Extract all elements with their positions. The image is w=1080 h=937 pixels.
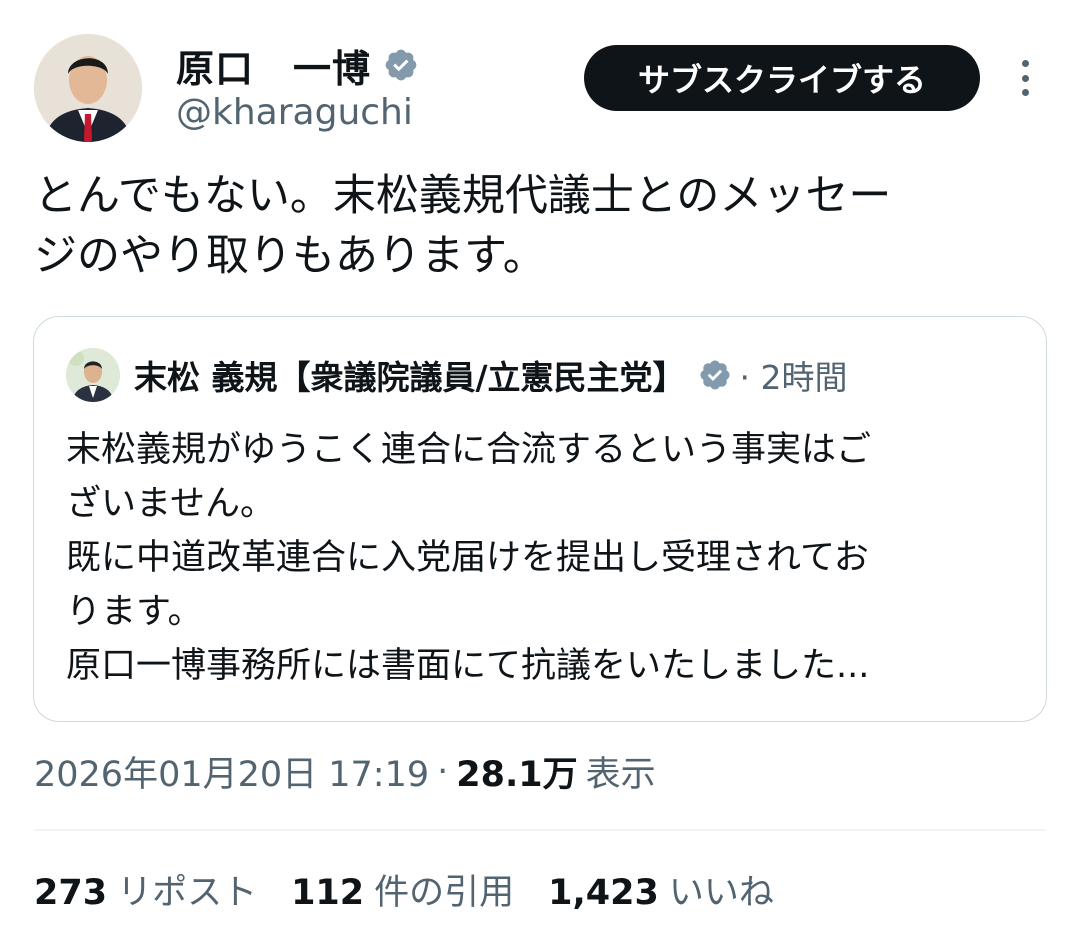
engagement-stats: 273 リポスト 112 件の引用 1,423 いいね — [34, 864, 808, 915]
like-label: いいね — [668, 873, 774, 913]
quote-label: 件の引用 — [374, 873, 515, 913]
timestamp-separator: · — [437, 751, 449, 792]
tweet-text: とんでもない。末松義規代議士とのメッセー ジのやり取りもあります。 — [34, 166, 1044, 286]
tweet-header: 原口 一博 @kharaguchi サブスクライブする — [0, 0, 1080, 160]
quote-stat[interactable]: 112 件の引用 — [291, 864, 514, 915]
verified-badge-icon — [385, 49, 417, 81]
author-avatar[interactable] — [34, 34, 142, 142]
repost-stat[interactable]: 273 リポスト — [34, 864, 257, 915]
like-stat[interactable]: 1,423 いいね — [548, 864, 774, 915]
quoted-text: 末松義規がゆうこく連合に合流するという事実はご ざいません。 既に中道改革連合に… — [66, 423, 871, 693]
repost-label: リポスト — [117, 873, 258, 913]
quoted-tweet-card[interactable]: 末松 義規【衆議院議員/立憲民主党】 · 2時間 末松義規がゆうこく連合に合流す… — [33, 316, 1047, 722]
more-vertical-icon[interactable] — [1008, 56, 1042, 100]
tweet-timestamp: 2026年01月20日 17:19 · 28.1万 表示 — [34, 746, 656, 797]
quoted-text-line: ります。 — [66, 592, 203, 632]
quoted-header: 末松 義規【衆議院議員/立憲民主党】 · 2時間 — [134, 347, 848, 403]
tweet-text-line: ジのやり取りもあります。 — [34, 231, 546, 281]
quoted-author-name: 末松 義規【衆議院議員/立憲民主党】 — [134, 358, 686, 397]
like-count: 1,423 — [548, 873, 659, 913]
tweet-date[interactable]: 2026年01月20日 17:19 — [34, 746, 429, 797]
verified-badge-icon — [700, 360, 730, 390]
divider — [34, 829, 1046, 831]
repost-count: 273 — [34, 873, 108, 913]
quote-count: 112 — [291, 873, 365, 913]
author-name[interactable]: 原口 一博 — [176, 38, 371, 93]
quoted-text-line: ざいません。 — [66, 484, 275, 524]
subscribe-button[interactable]: サブスクライブする — [584, 45, 980, 111]
author-name-row: 原口 一博 — [176, 38, 419, 93]
quoted-text-line: 末松義規がゆうこく連合に合流するという事実はご — [66, 430, 872, 470]
quoted-text-line: 既に中道改革連合に入党届けを提出し受理されてお — [66, 538, 869, 578]
quoted-author-avatar — [66, 348, 120, 402]
tweet-text-line: とんでもない。末松義規代議士とのメッセー — [34, 171, 892, 221]
view-count: 28.1万 — [456, 755, 578, 795]
quoted-text-line: 原口一博事務所には書面にて抗議をいたしました... — [66, 646, 870, 686]
author-handle[interactable]: @kharaguchi — [176, 92, 413, 133]
quoted-time: · 2時間 — [739, 358, 848, 397]
view-label: 表示 — [585, 755, 656, 795]
